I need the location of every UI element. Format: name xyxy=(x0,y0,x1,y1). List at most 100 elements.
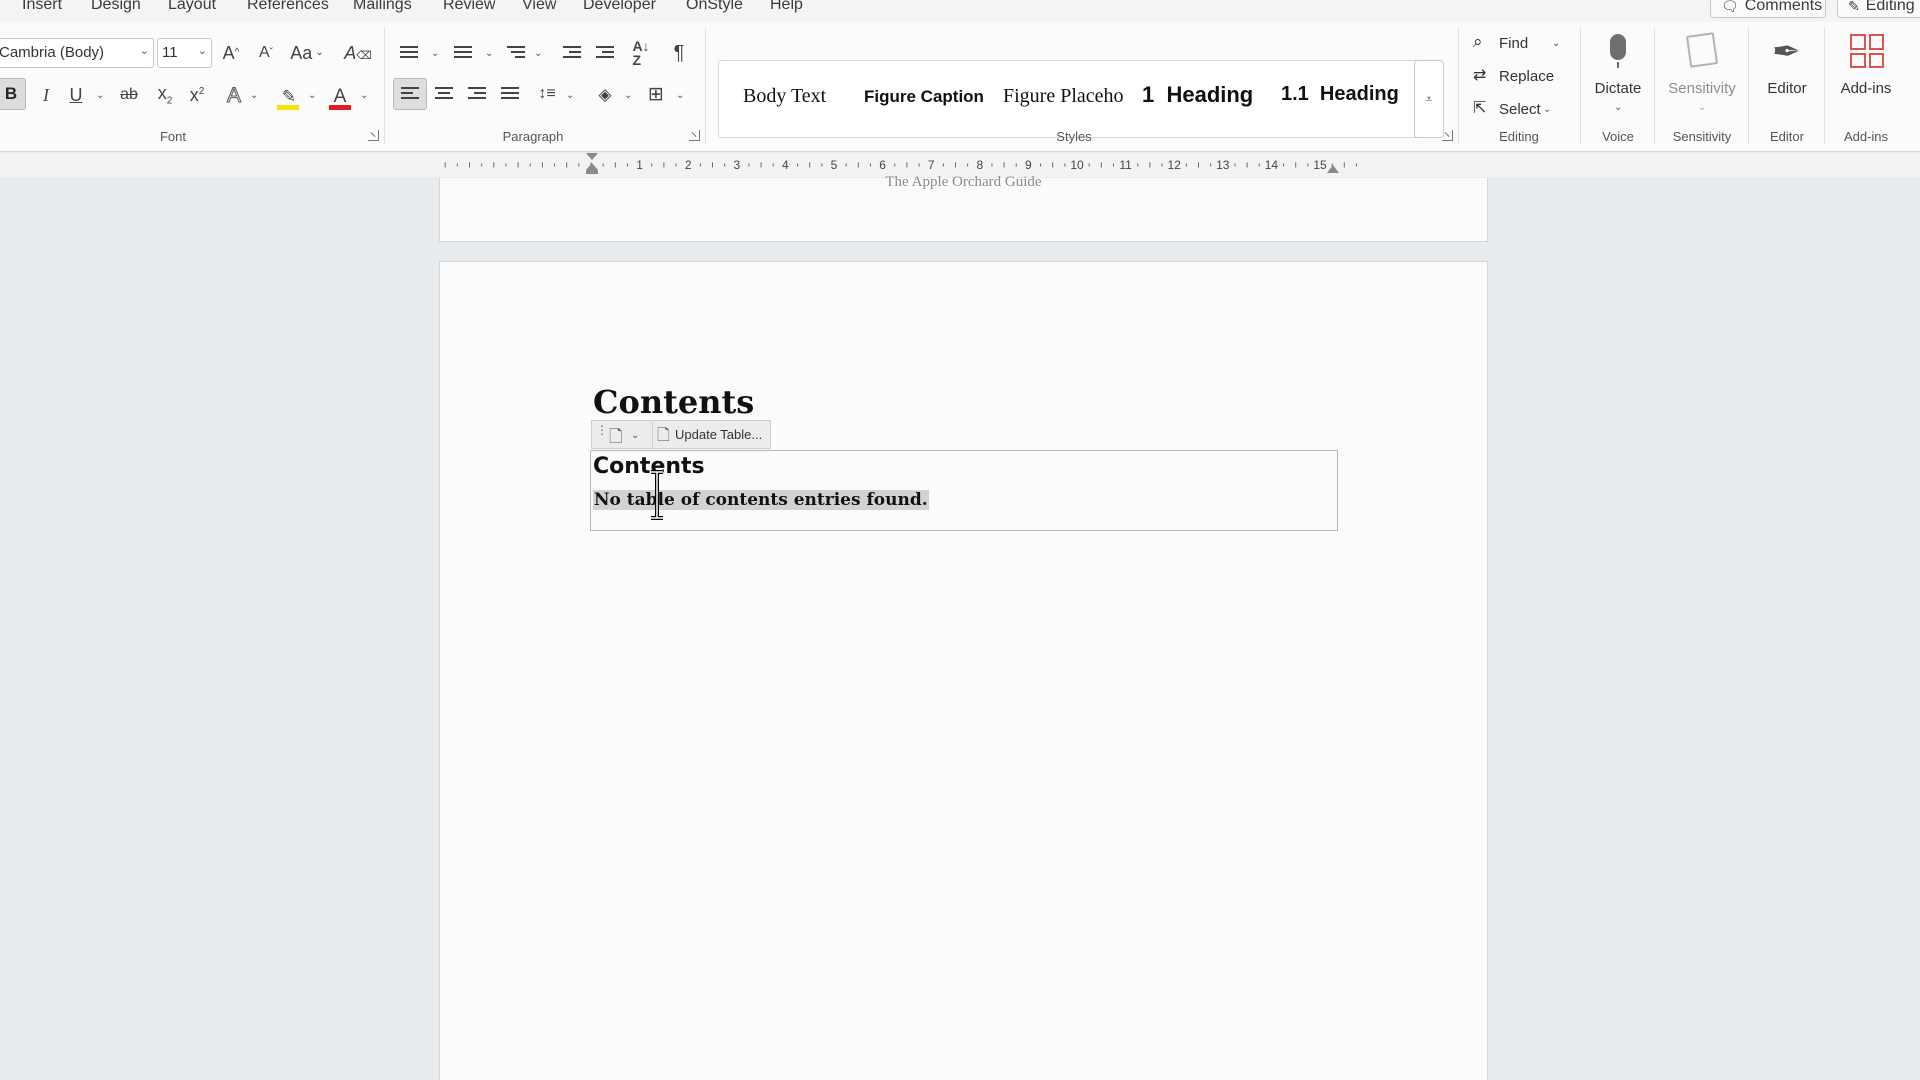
line-spacing-icon: ↕≡ xyxy=(538,85,556,102)
voice-group-label: Voice xyxy=(1602,129,1634,144)
replace-icon: ⇄ xyxy=(1473,67,1487,84)
tab-references[interactable]: References xyxy=(247,0,329,14)
select-button[interactable]: ⇱ Select ⌄ xyxy=(1473,96,1573,122)
style-heading-1[interactable]: 1 Heading xyxy=(1142,82,1253,108)
chevron-down-icon[interactable]: ⌄ xyxy=(1552,38,1560,49)
shrink-font-button[interactable]: Aˇ xyxy=(255,42,277,64)
styles-gallery-more-button[interactable]: ⩡ xyxy=(1414,60,1444,138)
chevron-down-icon[interactable]: ⌄ xyxy=(96,90,104,101)
strikethrough-icon: ab xyxy=(120,86,138,103)
tab-view[interactable]: View xyxy=(522,0,556,14)
chevron-down-icon[interactable]: ⌄ xyxy=(485,48,493,59)
tab-developer[interactable]: Developer xyxy=(583,0,656,14)
justify-button[interactable] xyxy=(499,82,521,106)
font-name-dropdown[interactable]: Cambria (Body) ⌄ xyxy=(0,38,154,68)
tab-design[interactable]: Design xyxy=(91,0,141,14)
superscript-button[interactable]: x2 xyxy=(186,84,208,106)
right-indent-marker[interactable] xyxy=(1327,165,1339,173)
line-spacing-button[interactable]: ↕≡ xyxy=(535,82,559,106)
shading-button[interactable]: ◈ xyxy=(593,82,617,106)
chevron-down-icon[interactable]: ⌄ xyxy=(1543,104,1551,115)
chevron-down-icon[interactable]: ⌄ xyxy=(676,90,684,101)
font-dialog-launcher-icon[interactable] xyxy=(368,130,379,141)
update-table-label: Update Table... xyxy=(675,427,763,442)
editing-mode-button[interactable]: ✎ Editing xyxy=(1837,0,1920,18)
ruler-number: 2 xyxy=(685,158,692,172)
italic-button[interactable]: I xyxy=(36,84,56,106)
style-figure-placeholder[interactable]: Figure Placeho xyxy=(1003,85,1127,108)
tab-layout[interactable]: Layout xyxy=(168,0,216,14)
chevron-down-icon[interactable]: ⌄ xyxy=(431,48,439,59)
style-body-text[interactable]: Body Text xyxy=(743,85,826,108)
multilevel-list-button[interactable] xyxy=(505,42,527,64)
grow-font-button[interactable]: A ^ xyxy=(220,42,242,64)
chevron-down-icon[interactable]: ⌄ xyxy=(360,90,368,101)
chevron-down-icon[interactable]: ⌄ xyxy=(566,90,574,101)
drag-handle-icon[interactable]: ⋮ xyxy=(596,424,608,436)
toc-content-control-toolbar: ⋮ 🗋 ⌄ 🗋 Update Table... xyxy=(591,420,771,449)
chevron-down-icon[interactable]: ⌄ xyxy=(631,430,639,441)
editor-button[interactable]: ✒ Editor xyxy=(1758,28,1816,124)
contents-title[interactable]: Contents xyxy=(593,383,754,421)
comments-button[interactable]: 🗨 Comments xyxy=(1710,0,1826,18)
bold-button[interactable]: B xyxy=(0,78,26,110)
replace-button[interactable]: ⇄ Replace xyxy=(1473,63,1573,89)
show-formatting-button[interactable]: ¶ xyxy=(668,40,690,66)
text-cursor-icon xyxy=(651,470,663,520)
cursor-arrow-icon: ⇱ xyxy=(1473,100,1487,117)
change-case-button[interactable]: Aa ⌄ xyxy=(289,42,325,64)
chevron-down-icon[interactable]: ⌄ xyxy=(534,48,542,59)
styles-dialog-launcher-icon[interactable] xyxy=(1442,130,1453,141)
tab-insert[interactable]: Insert xyxy=(22,0,62,14)
chevron-down-icon[interactable]: ⌄ xyxy=(624,90,632,101)
chevron-down-icon[interactable]: ⌄ xyxy=(308,90,316,101)
underline-button[interactable]: U xyxy=(66,84,86,106)
toc-empty-message[interactable]: No table of contents entries found. xyxy=(593,490,929,510)
sort-button[interactable]: A↓ Z xyxy=(629,39,653,67)
subscript-button[interactable]: x2 xyxy=(154,84,176,106)
group-divider xyxy=(1654,28,1655,144)
ruler-number: 14 xyxy=(1265,158,1279,172)
style-figure-caption[interactable]: Figure Caption xyxy=(864,87,984,107)
highlight-color-button[interactable]: ✎ xyxy=(276,82,302,110)
align-center-button[interactable] xyxy=(433,82,455,106)
tab-review[interactable]: Review xyxy=(443,0,495,14)
clear-formatting-button[interactable]: A⌫ xyxy=(344,42,372,64)
bullets-button[interactable] xyxy=(398,42,420,64)
tab-mailings[interactable]: Mailings xyxy=(353,0,412,14)
text-effects-icon: A xyxy=(226,83,241,107)
chevron-down-icon[interactable]: ⌄ xyxy=(250,90,258,101)
add-ins-button[interactable]: Add-ins xyxy=(1834,28,1898,124)
find-button[interactable]: ⌕ Find ⌄ xyxy=(1473,30,1573,56)
change-case-icon: Aa xyxy=(290,43,313,63)
numbering-button[interactable] xyxy=(452,42,474,64)
increase-indent-button[interactable] xyxy=(594,42,616,64)
paragraph-dialog-launcher-icon[interactable] xyxy=(689,130,700,141)
pencil-icon: ✎ xyxy=(1848,0,1860,14)
ruler-number: 13 xyxy=(1216,158,1230,172)
text-effects-button[interactable]: A xyxy=(222,84,246,106)
style-heading-2[interactable]: 1.1 Heading xyxy=(1281,83,1399,106)
update-table-button[interactable]: 🗋 Update Table... xyxy=(652,422,770,448)
document-icon[interactable]: 🗋 xyxy=(609,424,623,453)
ribbon: Cambria (Body) ⌄ 11 ⌄ A ^ Aˇ Aa ⌄ A⌫ B I U… xyxy=(0,22,1920,152)
previous-page-footer: The Apple Orchard Guide xyxy=(439,174,1488,242)
left-indent-marker[interactable] xyxy=(586,153,598,175)
chevron-down-icon[interactable]: ⌄ xyxy=(1614,102,1622,113)
strikethrough-button[interactable]: ab xyxy=(117,84,141,106)
align-left-button[interactable] xyxy=(393,78,427,110)
align-right-button[interactable] xyxy=(466,82,488,106)
ruler-number: 7 xyxy=(928,158,935,172)
ruler-scale: 1 2 3 4 5 6 7 8 9 10 11 12 13 14 15 xyxy=(444,158,1357,172)
font-size-dropdown[interactable]: 11 ⌄ xyxy=(157,38,212,68)
expand-gallery-icon: ⩡ xyxy=(1425,91,1433,106)
font-group-label: Font xyxy=(159,129,186,144)
sensitivity-button[interactable]: Sensitivity ⌄ xyxy=(1664,28,1740,124)
dictate-button[interactable]: Dictate ⌄ xyxy=(1590,28,1646,124)
decrease-indent-button[interactable] xyxy=(561,42,583,64)
underline-icon: U xyxy=(69,85,83,105)
tab-onstyle[interactable]: OnStyle xyxy=(686,0,743,14)
borders-button[interactable]: ⊞ xyxy=(644,82,668,106)
tab-help[interactable]: Help xyxy=(770,0,803,14)
font-color-button[interactable]: A xyxy=(328,82,352,110)
